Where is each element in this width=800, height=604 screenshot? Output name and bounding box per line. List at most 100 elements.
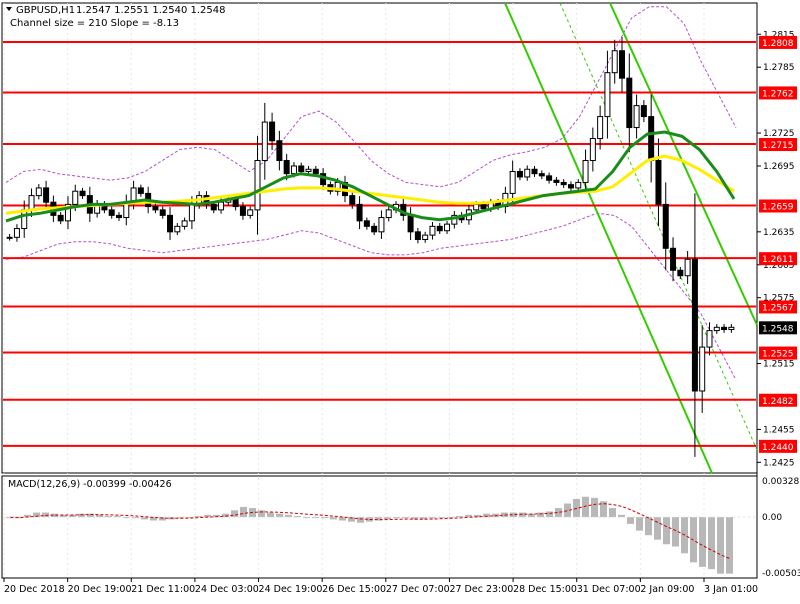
macd-bar xyxy=(240,506,247,518)
candle-body xyxy=(480,203,487,210)
macd-bar xyxy=(717,517,724,574)
candle-body xyxy=(137,187,144,194)
candle-body xyxy=(589,138,596,161)
level-label: 1.2659 xyxy=(762,202,794,212)
macd-bar xyxy=(708,517,715,570)
candle-body xyxy=(261,121,268,161)
time-label: 20 Dec 2018 xyxy=(4,584,65,595)
macd-bar xyxy=(276,513,283,518)
candle-body xyxy=(640,105,647,118)
candle-body xyxy=(611,50,618,74)
candle-body xyxy=(407,214,414,233)
macd-bar xyxy=(258,510,265,518)
macd-tick-zero: 0.00 xyxy=(762,513,782,523)
time-label: 24 Dec 03:00 xyxy=(195,584,259,595)
candle-body xyxy=(28,195,35,211)
candle-body xyxy=(721,326,728,331)
candle-body xyxy=(699,346,706,392)
time-label: 21 Dec 11:00 xyxy=(131,584,195,595)
candle-body xyxy=(349,195,356,205)
candle-body xyxy=(371,225,378,233)
candle-body xyxy=(684,258,691,277)
price-tick-label: 1.2425 xyxy=(763,458,795,468)
macd-bar xyxy=(267,512,274,518)
candle-body xyxy=(181,220,188,227)
time-label: 27 Dec 07:00 xyxy=(386,584,450,595)
candle-body xyxy=(619,50,626,79)
candle-body xyxy=(167,214,174,233)
macd-bar xyxy=(357,517,364,523)
candle-body xyxy=(232,198,239,208)
symbol-label: GBPUSD,H1 xyxy=(16,5,75,16)
candle-body xyxy=(312,168,319,175)
candle-body xyxy=(473,203,480,211)
macd-bar xyxy=(609,508,616,518)
chart-background xyxy=(0,0,800,600)
macd-bar xyxy=(636,517,643,531)
candle-body xyxy=(174,225,181,233)
candle-body xyxy=(35,187,42,197)
candle-body xyxy=(582,159,589,183)
level-label: 1.2482 xyxy=(762,397,794,407)
chart-svg: 1.28151.27851.27251.26951.26351.26051.25… xyxy=(0,0,800,600)
price-tick-label: 1.2635 xyxy=(763,228,795,238)
time-label: 28 Dec 15:00 xyxy=(513,584,577,595)
price-tick-label: 1.2515 xyxy=(763,360,795,370)
macd-bar xyxy=(231,510,238,518)
time-label: 27 Dec 23:00 xyxy=(449,584,513,595)
time-label: 31 Dec 07:00 xyxy=(577,584,641,595)
macd-bar xyxy=(591,497,598,518)
candle-body xyxy=(218,201,225,211)
channel-info-label: Channel size = 210 Slope = -8.13 xyxy=(10,18,179,29)
time-label: 20 Dec 19:00 xyxy=(68,584,132,595)
candle-body xyxy=(560,181,567,186)
candle-body xyxy=(575,181,582,189)
candle-body xyxy=(633,105,640,129)
macd-bar xyxy=(663,517,670,545)
candle-body xyxy=(356,203,363,222)
candle-body xyxy=(79,190,86,197)
candle-body xyxy=(152,206,159,211)
candle-body xyxy=(524,168,531,178)
candle-body xyxy=(436,225,443,232)
candle-body xyxy=(597,116,604,140)
price-tick-label: 1.2695 xyxy=(763,162,795,172)
candle-body xyxy=(567,184,574,189)
candle-body xyxy=(72,190,79,205)
candle-body xyxy=(516,170,523,178)
macd-bar xyxy=(645,517,652,536)
candle-body xyxy=(159,209,166,216)
time-label: 24 Dec 19:00 xyxy=(259,584,323,595)
price-tick-label: 1.2785 xyxy=(763,63,795,73)
candle-body xyxy=(108,209,115,216)
candle-body xyxy=(414,231,421,241)
current-price-tag: 1.2548 xyxy=(759,321,797,335)
candle-body xyxy=(604,72,611,118)
macd-bar xyxy=(699,517,706,567)
macd-bar xyxy=(42,512,49,518)
time-label: 3 Jan 01:00 xyxy=(704,584,758,595)
candle-body xyxy=(115,214,122,219)
candle-body xyxy=(728,326,735,331)
candle-body xyxy=(298,165,305,172)
candle-body xyxy=(210,203,217,211)
candle-body xyxy=(626,77,633,129)
candle-body xyxy=(648,116,655,161)
candle-body xyxy=(553,179,560,183)
macd-bar xyxy=(78,513,85,518)
macd-bar xyxy=(537,512,544,518)
level-label: 1.2525 xyxy=(762,350,794,360)
candle-body xyxy=(509,170,516,194)
candle-body xyxy=(713,326,720,332)
candle-body xyxy=(290,165,297,175)
level-label: 1.2567 xyxy=(762,303,794,313)
candle-body xyxy=(444,223,451,232)
candle-body xyxy=(538,173,545,177)
candle-body xyxy=(706,330,713,348)
macd-bar xyxy=(582,496,589,518)
level-label: 1.2440 xyxy=(762,443,794,453)
price-tick-label: 1.2725 xyxy=(763,129,795,139)
level-label: 1.2611 xyxy=(762,255,794,265)
macd-bar xyxy=(654,517,661,540)
level-label: 1.2715 xyxy=(762,141,794,151)
